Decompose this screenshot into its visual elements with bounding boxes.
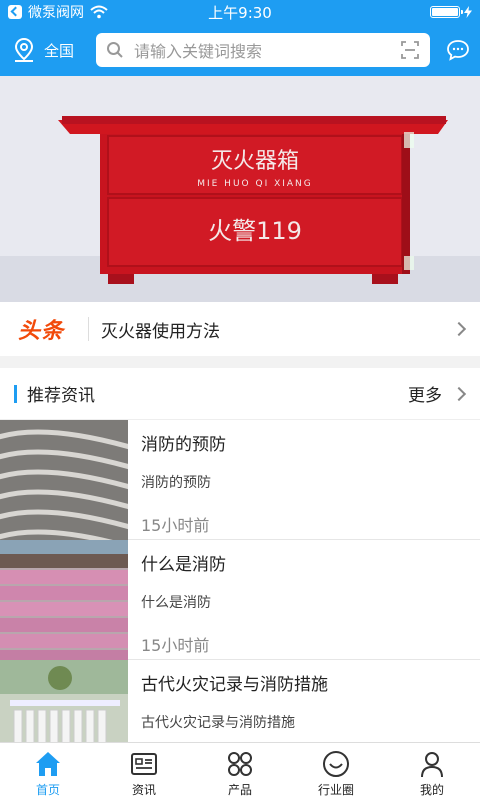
tab-mine[interactable]: 我的 [384,743,480,800]
tab-home[interactable]: 首页 [0,743,96,800]
list-item[interactable]: 什么是消防 什么是消防 15小时前 [0,540,480,660]
headline-row[interactable]: 头条 灭火器使用方法 [0,302,480,356]
app-header: 全国 请输入关键词搜索 [0,24,480,76]
wifi-icon [90,5,108,19]
news-thumbnail [0,420,128,540]
location-selector[interactable]: 全国 [12,37,96,63]
news-desc: 消防的预防 [141,475,211,491]
chevron-right-icon[interactable] [451,386,467,401]
section-accent-bar [14,384,17,403]
news-time: 15小时前 [141,636,210,655]
news-desc: 古代火灾记录与消防措施 [141,715,295,731]
battery-icon [430,6,463,18]
news-thumbnail [0,540,128,660]
charging-icon [464,6,472,18]
fire-hose-box-image: 灭火器箱 MIE HUO QI XIANG 火警119 [0,76,480,302]
carrier-label: 微泵阀网 [28,5,84,21]
location-pin-icon [14,37,34,62]
headline-tag: 头条 [18,319,65,344]
box-top-text: 灭火器箱 [211,149,299,174]
tab-products[interactable]: 产品 [192,743,288,800]
tab-news[interactable]: 资讯 [96,743,192,800]
search-icon [107,42,123,58]
search-bar[interactable]: 请输入关键词搜索 [96,33,430,67]
tab-label: 资讯 [131,783,156,797]
news-title: 什么是消防 [141,555,226,575]
top-area: 微泵阀网 上午9:30 全国 请输入关键词搜索 [0,0,480,76]
message-button[interactable] [430,39,470,61]
chevron-right-icon [451,321,467,337]
tab-industry-circle[interactable]: 行业圈 [288,743,384,800]
news-time: 15小时前 [141,516,210,535]
home-icon [36,752,60,776]
user-icon [421,752,443,778]
news-desc: 什么是消防 [141,595,211,611]
tab-label: 首页 [35,783,60,797]
tab-label: 我的 [419,783,444,797]
location-label: 全国 [44,41,75,60]
tab-label: 行业圈 [317,783,354,797]
scan-icon[interactable] [400,40,420,60]
list-item[interactable]: 消防的预防 消防的预防 15小时前 [0,420,480,540]
headline-text: 灭火器使用方法 [101,321,220,342]
news-title: 消防的预防 [141,435,226,455]
section-title: 推荐资讯 [27,386,95,406]
chat-bubble-icon [447,40,469,61]
box-bottom-text: 火警119 [208,217,302,245]
status-bar: 微泵阀网 上午9:30 [0,0,480,24]
more-button[interactable]: 更多 [408,381,442,406]
circle-smile-icon [323,751,349,777]
search-placeholder: 请输入关键词搜索 [134,42,263,61]
banner-carousel[interactable]: 灭火器箱 MIE HUO QI XIANG 火警119 [0,76,480,302]
box-top-pinyin: MIE HUO QI XIANG [197,179,313,189]
news-icon [131,753,157,775]
news-list: 消防的预防 消防的预防 15小时前 什么是消防 什么是消防 15小时前 古代火灾… [0,420,480,780]
back-to-app-icon[interactable] [8,5,22,19]
news-title: 古代火灾记录与消防措施 [141,675,328,695]
tab-label: 产品 [227,783,252,797]
bottom-tab-bar: 首页 资讯 产品 行业圈 我的 [0,742,480,800]
grid-icon [228,752,252,776]
recommend-header: 推荐资讯 更多 [0,368,480,420]
